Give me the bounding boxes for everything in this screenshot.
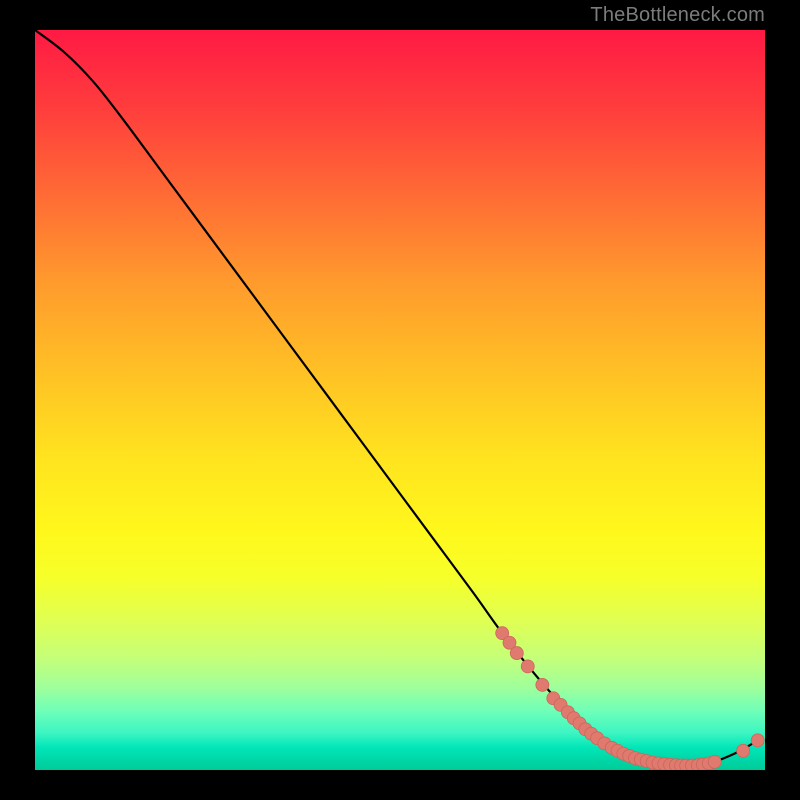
data-marker xyxy=(510,647,523,660)
curve-line xyxy=(35,30,758,766)
data-marker xyxy=(737,744,750,757)
chart-svg xyxy=(35,30,765,770)
chart-stage: TheBottleneck.com xyxy=(0,0,800,800)
data-marker xyxy=(708,755,721,768)
data-marker xyxy=(536,678,549,691)
data-marker xyxy=(751,734,764,747)
data-marker xyxy=(521,660,534,673)
data-markers xyxy=(496,627,765,770)
plot-area xyxy=(35,30,765,770)
watermark-text: TheBottleneck.com xyxy=(590,4,765,27)
